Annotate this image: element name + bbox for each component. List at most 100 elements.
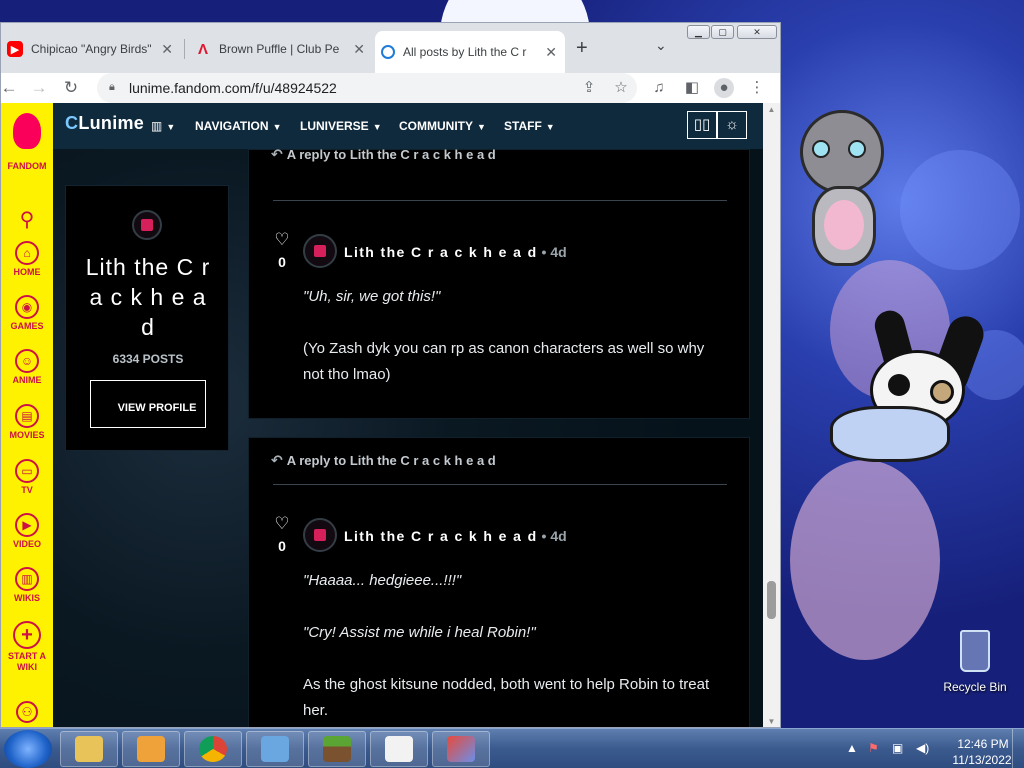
close-icon[interactable]: ✕ (545, 44, 557, 61)
back-button[interactable]: ← (1, 76, 21, 100)
rail-search[interactable]: ⚲ (1, 207, 53, 232)
like-count: 0 (278, 254, 286, 270)
avatar[interactable] (132, 210, 162, 240)
tab-separator (184, 39, 185, 59)
maximize-button[interactable]: ▢ (711, 25, 734, 39)
tab-title: Brown Puffle | Club Penguin (219, 42, 339, 56)
taskbar-minecraft[interactable] (308, 731, 366, 767)
anime-icon: ☺ (15, 349, 39, 373)
share-icon[interactable]: ⇪ (579, 78, 599, 98)
scroll-up-arrow[interactable]: ▲ (763, 103, 780, 117)
taskbar-control-panel[interactable] (246, 731, 304, 767)
taskbar-chrome[interactable] (184, 731, 242, 767)
recycle-bin-icon (960, 630, 990, 672)
view-profile-button[interactable]: VIEW PROFILE (90, 380, 206, 428)
new-tab-button[interactable]: + (576, 37, 588, 60)
reload-button[interactable]: ↻ (59, 76, 83, 100)
reply-to-link[interactable]: ↶ A reply to Lith the C r a c k h e a d (271, 452, 496, 469)
clock-time[interactable]: 12:46 PM (948, 737, 1018, 751)
close-icon[interactable]: ✕ (161, 41, 173, 58)
search-icon: ⚲ (19, 209, 35, 231)
browser-toolbar: ← → ↻ 🔒︎ lunime.fandom.com/f/u/48924522 … (1, 73, 780, 103)
post-card: ↶ A reply to Lith the C r a c k h e a d ♡… (248, 437, 750, 727)
page-scrollbar[interactable]: ▲ ▼ (763, 103, 780, 727)
action-center-flag-icon[interactable]: ⚑ (868, 741, 879, 755)
heart-icon[interactable]: ♡ (273, 230, 291, 250)
fandom-global-nav: FANDOM ⚲ ⌂ HOME ◉ GAMES ☺ ANIME ▤ MOVIES (1, 103, 53, 727)
tab-bar: ▶ Chipicao "Angry Birds" ✕ Λ Brown Puffl… (1, 23, 780, 73)
address-bar[interactable]: 🔒︎ lunime.fandom.com/f/u/48924522 (97, 73, 637, 103)
like-control[interactable]: ♡ 0 (273, 514, 291, 554)
reply-to-link[interactable]: ↶ A reply to Lith the C r a c k h e a d (271, 146, 496, 163)
rail-home[interactable]: ⌂ HOME (1, 241, 53, 278)
tab-chipicao[interactable]: ▶ Chipicao "Angry Birds" ✕ (1, 33, 181, 65)
show-desktop-button[interactable] (1012, 729, 1024, 768)
scroll-thumb[interactable] (767, 581, 776, 619)
menu-icon[interactable]: ⋮ (747, 78, 767, 98)
rail-video[interactable]: ▶ VIDEO (1, 513, 53, 550)
rail-account[interactable]: ⚇ (1, 701, 53, 723)
rail-games[interactable]: ◉ GAMES (1, 295, 53, 332)
chevron-down-icon[interactable]: ⌄ (655, 37, 667, 54)
close-window-button[interactable]: ✕ (737, 25, 777, 39)
minecraft-icon (323, 736, 351, 762)
profile-card: Lith the C r a c k h e a d 6334 POSTS VI… (65, 185, 229, 451)
network-icon[interactable]: ▣ (892, 741, 903, 755)
heart-icon[interactable]: ♡ (273, 514, 291, 534)
profile-icon[interactable]: ● (714, 78, 734, 98)
caret-down-icon: ▼ (477, 122, 486, 132)
taskbar-file-explorer[interactable] (60, 731, 118, 767)
caret-down-icon: ▼ (545, 122, 555, 132)
clock-date[interactable]: 11/13/2022 (942, 753, 1022, 767)
taskbar-java[interactable] (370, 731, 428, 767)
home-icon: ⌂ (15, 241, 39, 265)
close-icon[interactable]: ✕ (353, 41, 365, 58)
forward-button[interactable]: → (27, 76, 51, 100)
minimize-button[interactable]: ▁ (687, 25, 710, 39)
caret-down-icon: ▼ (272, 122, 282, 132)
rail-wikis[interactable]: ▥ WIKIS (1, 567, 53, 604)
rail-fandom[interactable]: FANDOM (1, 113, 53, 172)
post-author[interactable]: Lith the C r a c k h e a d • 4d (344, 528, 567, 544)
scroll-down-arrow[interactable]: ▼ (763, 715, 780, 727)
like-control[interactable]: ♡ 0 (273, 230, 291, 270)
games-icon: ◉ (15, 295, 39, 319)
media-control-icon[interactable]: ♫ (649, 78, 669, 98)
book-icon[interactable]: ▯▯ (687, 111, 717, 139)
taskbar-media-player[interactable] (122, 731, 180, 767)
taskbar: ▲ ⚑ ▣ ◀) 12:46 PM 11/13/2022 (0, 728, 1024, 768)
rail-start-a-wiki[interactable]: + START A WIKI (1, 621, 53, 673)
show-hidden-icons-arrow[interactable]: ▲ (846, 741, 858, 755)
nav-community[interactable]: COMMUNITY ▼ (399, 119, 486, 133)
rail-tv[interactable]: ▭ TV (1, 459, 53, 496)
theme-toggle-sun-icon[interactable]: ☼ (717, 111, 747, 139)
side-panel-icon[interactable]: ◧ (682, 78, 702, 98)
recycle-bin[interactable]: Recycle Bin (938, 630, 1012, 694)
java-icon (385, 736, 413, 762)
rail-movies[interactable]: ▤ MOVIES (1, 404, 53, 441)
post-author[interactable]: Lith the C r a c k h e a d • 4d (344, 244, 567, 260)
avatar[interactable] (303, 518, 337, 552)
wiki-logo[interactable]: CLunime (65, 113, 144, 134)
avatar[interactable] (303, 234, 337, 268)
post-paragraph: As the ghost kitsune nodded, both went t… (303, 676, 710, 719)
tab-brown-puffle[interactable]: Λ Brown Puffle | Club Penguin ✕ (189, 33, 373, 65)
system-tray: ▲ ⚑ ▣ ◀) 12:46 PM 11/13/2022 (840, 733, 1024, 767)
youtube-icon: ▶ (7, 41, 23, 57)
account-icon: ⚇ (16, 701, 38, 723)
bookmark-star-icon[interactable]: ☆ (611, 78, 631, 98)
nav-luniverse[interactable]: LUNIVERSE ▼ (300, 119, 382, 133)
movies-icon: ▤ (15, 404, 39, 428)
file-explorer-icon (75, 736, 103, 762)
like-count: 0 (278, 538, 286, 554)
nav-navigation[interactable]: NAVIGATION ▼ (195, 119, 281, 133)
start-button[interactable] (4, 730, 52, 768)
volume-icon[interactable]: ◀) (916, 741, 929, 755)
taskbar-rocket-app[interactable] (432, 731, 490, 767)
url-text[interactable]: lunime.fandom.com/f/u/48924522 (129, 80, 337, 96)
wiki-icon-menu[interactable]: ▥ ▼ (151, 119, 175, 133)
tab-all-posts[interactable]: All posts by Lith the C r a c k h e a d … (375, 31, 565, 73)
wallpaper-circle (900, 150, 1020, 270)
rail-anime[interactable]: ☺ ANIME (1, 349, 53, 386)
nav-staff[interactable]: STAFF ▼ (504, 119, 555, 133)
